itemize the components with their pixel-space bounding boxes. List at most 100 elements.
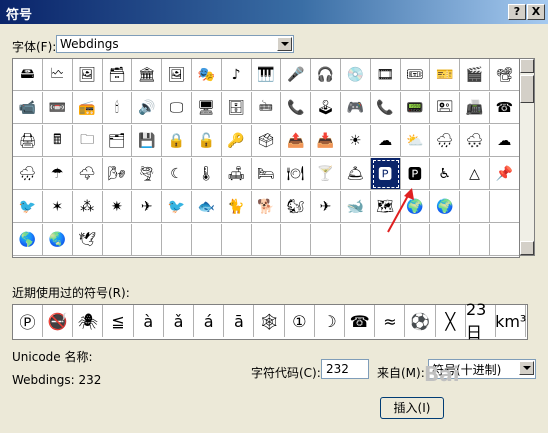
- recent-symbol-cell[interactable]: ☎: [345, 305, 376, 337]
- recent-symbol-cell[interactable]: 🕷: [73, 305, 104, 337]
- symbol-cell[interactable]: 🕹: [311, 92, 341, 124]
- recent-symbol-cell[interactable]: ①: [285, 305, 315, 337]
- recent-symbols[interactable]: Ⓟ 🚭 🕷 ≦ à ǎ á ā 🕸 ① ☽ ☎ ≈ ⚽ ╳ 23日 km³: [12, 300, 528, 342]
- symbol-cell[interactable]: [191, 224, 222, 256]
- symbol-cell[interactable]: 🌩: [72, 158, 103, 190]
- symbol-cell[interactable]: 🗂: [102, 125, 133, 157]
- symbol-cell[interactable]: 💾: [132, 125, 163, 157]
- symbol-cell[interactable]: 🖩: [42, 125, 73, 157]
- symbol-cell[interactable]: 🌧: [430, 125, 461, 157]
- scroll-up-button[interactable]: [520, 59, 534, 73]
- symbol-cell[interactable]: ⁂: [72, 191, 103, 223]
- symbol-cell[interactable]: 🎭: [191, 59, 222, 91]
- symbol-cell[interactable]: [340, 224, 371, 256]
- symbol-cell[interactable]: 🌍: [430, 191, 461, 223]
- symbol-cell[interactable]: 🖭: [430, 92, 461, 124]
- symbol-cell[interactable]: 🕊: [72, 224, 103, 256]
- symbol-cell[interactable]: 🗠: [42, 59, 73, 91]
- symbol-cell[interactable]: 📹: [13, 92, 43, 124]
- symbol-cell[interactable]: 🖼: [72, 59, 103, 91]
- symbol-cell[interactable]: [460, 224, 490, 256]
- symbol-cell[interactable]: 🔒: [162, 125, 192, 157]
- symbol-cell[interactable]: △: [460, 158, 490, 190]
- scroll-thumb[interactable]: [520, 75, 534, 103]
- symbol-cell[interactable]: ✶: [42, 191, 73, 223]
- symbol-cell[interactable]: [221, 224, 252, 256]
- symbol-cell[interactable]: ☀: [340, 125, 371, 157]
- symbol-cell[interactable]: 🎧: [311, 59, 341, 91]
- symbol-cell[interactable]: 🌎: [13, 224, 43, 256]
- symbol-cell[interactable]: 🖵: [162, 92, 192, 124]
- symbol-cell[interactable]: ☁: [370, 125, 401, 157]
- symbol-cell[interactable]: 🖥: [191, 92, 222, 124]
- symbol-cell[interactable]: ☾: [162, 158, 192, 190]
- symbol-cell[interactable]: 📼: [42, 92, 73, 124]
- recent-symbol-cell[interactable]: 🕸: [255, 305, 285, 337]
- help-button[interactable]: ?: [508, 4, 526, 20]
- symbol-cell[interactable]: 🖼: [162, 59, 192, 91]
- symbol-cell[interactable]: 🛋: [221, 158, 252, 190]
- symbol-cell[interactable]: 🐿: [281, 191, 312, 223]
- symbol-cell[interactable]: [430, 224, 461, 256]
- symbol-cell[interactable]: 🖴: [13, 59, 43, 91]
- symbol-cell[interactable]: 🌏: [42, 224, 73, 256]
- symbol-cell[interactable]: ✈: [311, 191, 341, 223]
- symbol-cell[interactable]: 🛏: [251, 158, 282, 190]
- symbol-cell[interactable]: 🖮: [251, 92, 282, 124]
- symbol-cell[interactable]: 🌡: [191, 158, 222, 190]
- symbol-cell[interactable]: [102, 224, 133, 256]
- symbol-cell[interactable]: 📤: [281, 125, 312, 157]
- symbol-cell[interactable]: 🗃: [102, 59, 133, 91]
- symbol-cell[interactable]: 🎤: [281, 59, 312, 91]
- close-button[interactable]: X: [527, 4, 545, 20]
- symbol-cell[interactable]: 📻: [72, 92, 103, 124]
- symbol-cell[interactable]: 🎮: [340, 92, 371, 124]
- symbol-cell[interactable]: 🔓: [191, 125, 222, 157]
- symbol-cell[interactable]: 🎟: [400, 59, 431, 91]
- symbol-cell[interactable]: 🕯: [102, 92, 133, 124]
- recent-symbol-cell[interactable]: ╳: [436, 305, 466, 337]
- symbol-cell[interactable]: 📟: [400, 92, 431, 124]
- symbol-cell[interactable]: 📽: [489, 59, 520, 91]
- symbol-cell[interactable]: ⛅: [400, 125, 431, 157]
- symbol-cell[interactable]: [251, 224, 282, 256]
- symbol-cell[interactable]: 🗀: [72, 125, 103, 157]
- grid-scrollbar[interactable]: [519, 58, 535, 256]
- symbol-cell[interactable]: 🐕: [251, 191, 282, 223]
- symbol-cell[interactable]: 🌪: [132, 158, 163, 190]
- symbol-cell[interactable]: 🐋: [340, 191, 371, 223]
- symbol-cell[interactable]: 🎹: [251, 59, 282, 91]
- symbol-cell[interactable]: ☁: [489, 125, 520, 157]
- symbol-cell[interactable]: 📞: [281, 92, 312, 124]
- symbol-cell[interactable]: [162, 224, 192, 256]
- recent-symbol-cell[interactable]: ā: [224, 305, 255, 337]
- chevron-down-icon[interactable]: [277, 37, 292, 51]
- symbol-cell[interactable]: [460, 191, 490, 223]
- scroll-down-button[interactable]: [520, 241, 534, 255]
- symbol-cell[interactable]: [132, 224, 163, 256]
- recent-symbol-cell[interactable]: Ⓟ: [13, 305, 43, 337]
- insert-button[interactable]: 插入(I): [380, 397, 444, 419]
- symbol-cell[interactable]: [311, 224, 341, 256]
- symbol-cell[interactable]: 🎫: [430, 59, 461, 91]
- symbol-cell[interactable]: 🍽: [281, 158, 312, 190]
- recent-symbol-cell[interactable]: 🚭: [43, 305, 74, 337]
- recent-symbol-cell[interactable]: ≦: [104, 305, 134, 337]
- font-select[interactable]: Webdings: [56, 35, 294, 53]
- recent-symbol-cell[interactable]: 23日: [466, 300, 496, 342]
- char-code-input[interactable]: 232: [321, 359, 369, 379]
- symbol-cell[interactable]: 🗄: [221, 92, 252, 124]
- symbol-cell[interactable]: [281, 224, 312, 256]
- symbol-cell[interactable]: 💿: [340, 59, 371, 91]
- symbol-cell[interactable]: 📌: [489, 158, 520, 190]
- symbol-cell[interactable]: 🐦: [13, 191, 43, 223]
- recent-symbol-cell[interactable]: á: [194, 305, 225, 337]
- recent-symbol-cell[interactable]: ǎ: [164, 305, 194, 337]
- symbol-grid[interactable]: 🖴 🗠 🖼 🗃 🏛 🖼 🎭 ♪ 🎹 🎤 🎧 💿 🎞 🎟 🎫 🎬 📽 📹 📼 📻 🕯 🔊 🖵 🖥 🗄 🖮 📞 🕹 🎮 📞 📟 🖭 📠 ☎ 🖨 🖩 🗀 🗂 💾 🔒…: [12, 58, 520, 258]
- recent-symbol-cell[interactable]: ⚽: [406, 305, 436, 337]
- symbol-cell[interactable]: ☂: [42, 158, 73, 190]
- symbol-cell[interactable]: 🌧: [13, 158, 43, 190]
- symbol-cell[interactable]: 🏛: [132, 59, 163, 91]
- symbol-cell[interactable]: 🌨: [460, 125, 490, 157]
- symbol-cell[interactable]: 🗳: [251, 125, 282, 157]
